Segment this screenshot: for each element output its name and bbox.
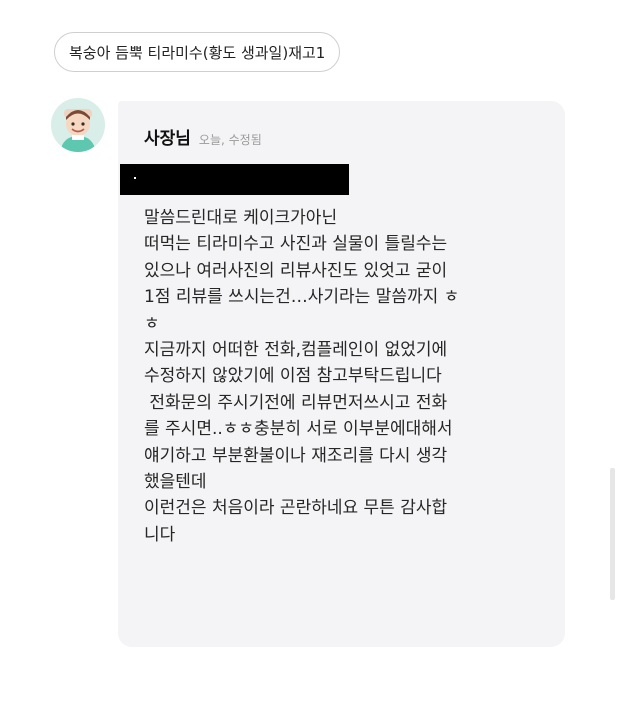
reply-line: 를 주시면..ㅎㅎ충분히 서로 이부분에대해서	[144, 419, 453, 440]
reply-line: 이런건은 처음이라 곤란하네요 무튼 감사합	[144, 498, 448, 519]
scrollbar-thumb[interactable]	[610, 468, 615, 600]
reply-line: ㅎ	[144, 313, 160, 334]
reply-line: 지금까지 어떠한 전화,컴플레인이 없었기에	[144, 340, 448, 361]
owner-avatar-icon	[51, 98, 105, 152]
reply-line: 있으나 여러사진의 리뷰사진도 있엇고 굳이	[144, 260, 448, 281]
reply-timestamp: 오늘, 수정됨	[198, 133, 262, 147]
redaction-mark	[134, 177, 136, 179]
reply-line: 니다	[144, 524, 176, 545]
reply-line: 얘기하고 부분환불이나 재조리를 다시 생각	[144, 445, 448, 466]
owner-reply-text: 말씀드린대로 케이크가아닌 떠먹는 티라미수고 사진과 실물이 틀릴수는 있으나…	[144, 205, 544, 548]
reply-line: 1점 리뷰를 쓰시는건…사기라는 말씀까지 ㅎ	[144, 287, 460, 308]
ordered-menu-chip[interactable]: 복숭아 듬뿍 티라미수(황도 생과일)재고1	[54, 32, 341, 72]
owner-name: 사장님	[144, 129, 191, 149]
owner-avatar	[51, 98, 105, 152]
owner-reply-header: 사장님 오늘, 수정됨	[144, 124, 262, 149]
redacted-block	[120, 164, 349, 195]
reply-line: 말씀드린대로 케이크가아닌	[144, 208, 338, 228]
reply-line: 떠먹는 티라미수고 사진과 실물이 틀릴수는	[144, 234, 448, 255]
reply-line: 했을텐데	[144, 472, 207, 493]
reply-line: 수정하지 않았기에 이점 참고부탁드립니다	[144, 366, 442, 387]
ordered-menu-label: 복숭아 듬뿍 티라미수(황도 생과일)재고1	[69, 43, 326, 62]
reply-line: 전화문의 주시기전에 리뷰먼저쓰시고 전화	[144, 392, 448, 413]
